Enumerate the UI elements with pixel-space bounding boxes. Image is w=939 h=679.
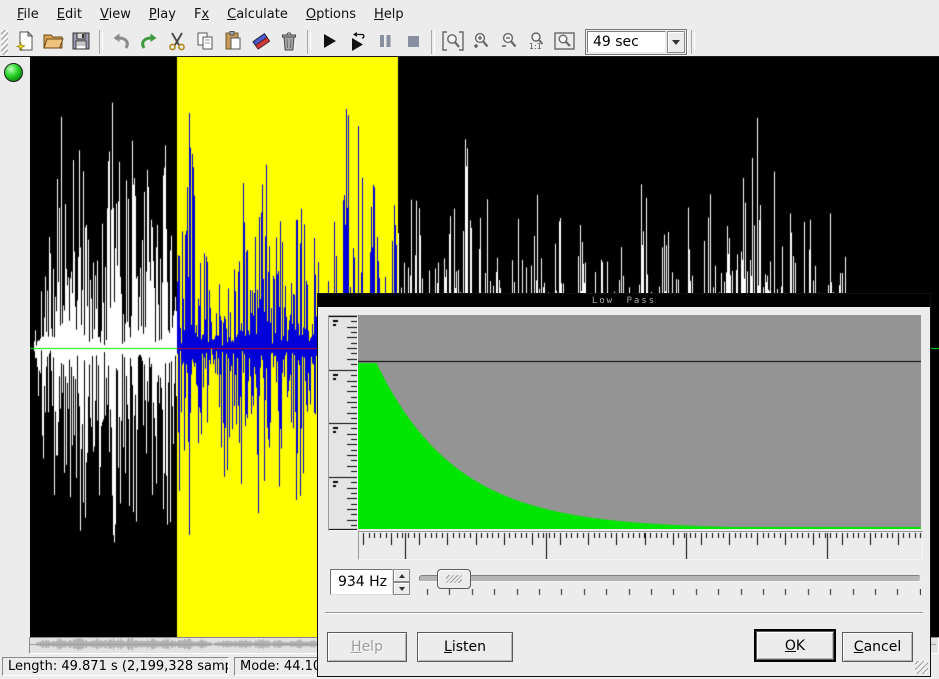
zoom-to-selection-icon bbox=[441, 30, 465, 55]
slider-tick-marks bbox=[419, 589, 921, 597]
status-length: Length: 49.871 s (2,199,328 samples) bbox=[2, 657, 229, 676]
frequency-slider-track[interactable] bbox=[419, 575, 921, 582]
redo-button[interactable] bbox=[136, 29, 162, 55]
zoom-duration-value[interactable]: 49 sec bbox=[587, 31, 666, 53]
help-button: Help bbox=[327, 632, 407, 662]
frequency-slider-handle[interactable] bbox=[437, 569, 471, 589]
slider-grip-icon bbox=[446, 575, 462, 583]
low-pass-dialog: Low Pass 934 Hz Help Listen OK Cancel bbox=[317, 293, 931, 677]
undo-icon bbox=[110, 30, 132, 55]
app-window: File Edit View Play Fx Calculate Options… bbox=[0, 0, 939, 679]
frequency-spinner bbox=[393, 569, 410, 595]
open-folder-icon bbox=[42, 30, 64, 55]
zoom-to-fit-button[interactable] bbox=[552, 29, 578, 55]
zoom-normal-button[interactable]: 1:1 bbox=[524, 29, 550, 55]
gain-ruler bbox=[328, 315, 358, 531]
paste-icon bbox=[222, 30, 244, 55]
menu-play[interactable]: Play bbox=[140, 2, 185, 27]
toolbar-separator bbox=[431, 30, 435, 54]
zoom-in-icon bbox=[470, 30, 492, 55]
toolbar-separator bbox=[691, 30, 695, 54]
frequency-ruler bbox=[358, 531, 923, 560]
menu-calculate[interactable]: Calculate bbox=[218, 2, 297, 27]
frequency-input[interactable]: 934 Hz bbox=[330, 569, 393, 595]
dialog-separator bbox=[325, 612, 923, 614]
pause-icon bbox=[374, 30, 396, 55]
spin-up-button[interactable] bbox=[393, 569, 410, 582]
copy-icon bbox=[194, 30, 216, 55]
zoom-to-selection-button[interactable] bbox=[440, 29, 466, 55]
menu-bar: File Edit View Play Fx Calculate Options… bbox=[0, 0, 939, 28]
toolbar-drag-handle[interactable] bbox=[1, 30, 8, 55]
zoom-duration-dropdown-button[interactable] bbox=[667, 31, 685, 53]
zoom-duration-combo: 49 sec bbox=[585, 29, 687, 55]
trash-icon bbox=[278, 30, 300, 55]
paste-button[interactable] bbox=[220, 29, 246, 55]
delete-button[interactable] bbox=[276, 29, 302, 55]
menu-help[interactable]: Help bbox=[365, 2, 413, 27]
cut-button[interactable] bbox=[164, 29, 190, 55]
pause-button[interactable] bbox=[372, 29, 398, 55]
spin-down-button[interactable] bbox=[393, 582, 410, 595]
ok-button[interactable]: OK bbox=[756, 631, 834, 660]
loop-play-button[interactable] bbox=[344, 29, 370, 55]
chevron-up-icon bbox=[399, 574, 405, 578]
resize-grip[interactable] bbox=[915, 661, 928, 674]
menu-file[interactable]: File bbox=[8, 2, 48, 27]
loop-play-icon bbox=[346, 30, 368, 55]
toolbar-separator bbox=[99, 30, 103, 54]
chevron-down-icon bbox=[672, 40, 680, 45]
toolbar: 1:1 49 sec bbox=[0, 28, 939, 57]
dialog-titlebar[interactable]: Low Pass bbox=[318, 294, 930, 307]
zoom-out-icon bbox=[498, 30, 520, 55]
listen-button[interactable]: Listen bbox=[417, 632, 513, 662]
cancel-button[interactable]: Cancel bbox=[842, 632, 913, 662]
dialog-title: Low Pass bbox=[592, 296, 656, 306]
play-button[interactable] bbox=[316, 29, 342, 55]
chevron-down-icon bbox=[399, 587, 405, 591]
zoom-to-fit-icon bbox=[553, 30, 577, 55]
zoom-in-button[interactable] bbox=[468, 29, 494, 55]
ok-button-default-frame: OK bbox=[754, 629, 836, 662]
zoom-out-button[interactable] bbox=[496, 29, 522, 55]
erase-button[interactable] bbox=[248, 29, 274, 55]
cut-scissors-icon bbox=[166, 30, 188, 55]
new-file-icon bbox=[14, 30, 36, 55]
waveform-sidebar bbox=[0, 57, 30, 637]
save-button[interactable] bbox=[68, 29, 94, 55]
save-floppy-icon bbox=[70, 30, 92, 55]
toolbar-separator bbox=[307, 30, 311, 54]
record-indicator-led[interactable] bbox=[4, 63, 23, 82]
redo-icon bbox=[138, 30, 160, 55]
menu-view[interactable]: View bbox=[91, 2, 140, 27]
open-button[interactable] bbox=[40, 29, 66, 55]
zoom-one-to-one-icon: 1:1 bbox=[525, 30, 549, 55]
new-file-button[interactable] bbox=[12, 29, 38, 55]
menu-fx[interactable]: Fx bbox=[185, 2, 218, 27]
menu-options[interactable]: Options bbox=[297, 2, 365, 27]
play-icon bbox=[318, 30, 340, 55]
stop-icon bbox=[402, 30, 424, 55]
copy-button[interactable] bbox=[192, 29, 218, 55]
stop-button[interactable] bbox=[400, 29, 426, 55]
undo-button[interactable] bbox=[108, 29, 134, 55]
filter-response-graph[interactable] bbox=[358, 315, 921, 529]
svg-text:1:1: 1:1 bbox=[529, 42, 542, 51]
eraser-icon bbox=[250, 30, 272, 55]
menu-edit[interactable]: Edit bbox=[48, 2, 91, 27]
